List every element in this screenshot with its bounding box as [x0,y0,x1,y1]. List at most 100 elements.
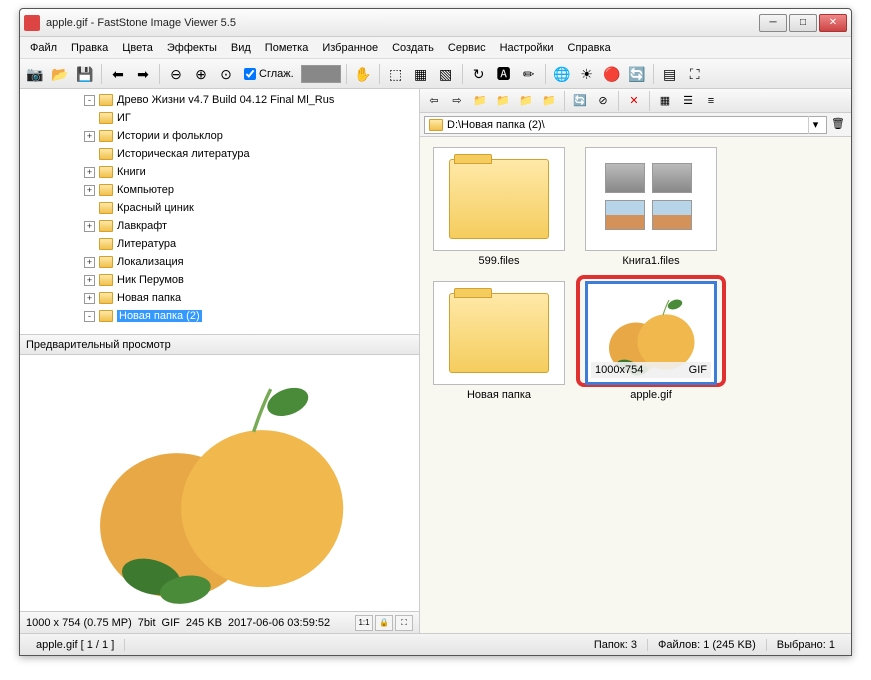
nav-delete-icon[interactable]: ✕ [624,92,644,110]
menu-file[interactable]: Файл [24,40,63,56]
smooth-label: Сглаж. [259,68,294,80]
expand-icon[interactable]: - [84,95,95,106]
tree-item[interactable]: ИГ [24,109,415,127]
tree-label: Красный циник [117,202,194,214]
thumbnail-grid[interactable]: 599.files Книга1.filesНовая папка1000x754… [420,137,851,633]
text-icon[interactable]: 🅰 [493,63,515,85]
rotate-icon[interactable]: ↻ [468,63,490,85]
nav-forward-icon[interactable]: ⇨ [447,92,467,110]
statusbar: apple.gif [ 1 / 1 ] Папок: 3 Файлов: 1 (… [20,633,851,655]
minimize-button[interactable]: ─ [759,14,787,32]
smooth-toggle[interactable]: Сглаж. [240,68,298,80]
nav-up-icon[interactable]: 📁 [470,92,490,110]
menu-effects[interactable]: Эффекты [161,40,223,56]
tree-item[interactable]: +Книги [24,163,415,181]
menu-edit[interactable]: Правка [65,40,114,56]
tree-item[interactable]: +Истории и фольклор [24,127,415,145]
zoom-11-button[interactable]: 1:1 [355,615,373,631]
forward-icon[interactable]: ➡ [132,63,154,85]
lock-icon[interactable]: 🔒 [375,615,393,631]
tree-item[interactable]: Литература [24,235,415,253]
nav-folder2-icon[interactable]: 📁 [516,92,536,110]
zoom-in-icon[interactable]: ⊕ [190,63,212,85]
zoom-out-icon[interactable]: ⊖ [165,63,187,85]
hand-icon[interactable]: ✋ [352,63,374,85]
refresh-icon[interactable]: 🔄 [626,63,648,85]
menu-colors[interactable]: Цвета [116,40,159,56]
open-icon[interactable]: 📂 [49,63,71,85]
menu-settings[interactable]: Настройки [494,40,560,56]
thumbnail-item[interactable]: Книга1.files [582,147,720,267]
path-input[interactable]: D:\Новая папка (2)\ ▾ [424,116,827,134]
tree-label: Историческая литература [117,148,250,160]
thumb-box [433,281,565,385]
capture-icon[interactable]: 📷 [24,63,46,85]
menu-favorites[interactable]: Избранное [316,40,384,56]
path-bar: D:\Новая папка (2)\ ▾ 🗑 [420,113,851,137]
fullscreen-icon[interactable]: ⛶ [684,63,706,85]
expand-icon[interactable]: + [84,257,95,268]
expand-icon[interactable]: + [84,293,95,304]
expand-icon[interactable]: + [84,131,95,142]
tree-item[interactable]: Историческая литература [24,145,415,163]
thumb-box [585,147,717,251]
view-thumbs-icon[interactable]: ▦ [655,92,675,110]
nav-back-icon[interactable]: ⇦ [424,92,444,110]
expand-icon[interactable]: + [84,167,95,178]
tree-label: Компьютер [117,184,174,196]
slideshow-icon[interactable]: 🌐 [551,63,573,85]
nav-stop-icon[interactable]: ⊘ [593,92,613,110]
tree-item[interactable]: +Локализация [24,253,415,271]
tree-item[interactable]: +Новая папка [24,289,415,307]
menu-create[interactable]: Создать [386,40,440,56]
expand-icon[interactable]: + [84,221,95,232]
resize-icon[interactable]: ▦ [410,63,432,85]
nav-folder1-icon[interactable]: 📁 [493,92,513,110]
menu-view[interactable]: Вид [225,40,257,56]
tree-item[interactable]: +Ник Перумов [24,271,415,289]
back-icon[interactable]: ⬅ [107,63,129,85]
tree-item[interactable]: Красный циник [24,199,415,217]
tree-item[interactable]: - Новая папка (2) [24,307,415,325]
brightness-icon[interactable]: ☀ [576,63,598,85]
titlebar[interactable]: apple.gif - FastStone Image Viewer 5.5 ─… [20,9,851,37]
color-picker[interactable] [301,65,341,83]
preview-format: GIF [162,617,180,629]
nav-newfolder-icon[interactable]: 📁 [539,92,559,110]
red-icon[interactable]: 🔴 [601,63,623,85]
preview-size: 245 KB [186,617,222,629]
thumbnail-item[interactable]: 1000x754GIFapple.gif [582,281,720,401]
nav-refresh-icon[interactable]: 🔄 [570,92,590,110]
menu-tag[interactable]: Пометка [259,40,315,56]
thumb-label: 599.files [479,255,520,267]
compare-icon[interactable]: ▤ [659,63,681,85]
status-files: Файлов: 1 (245 KB) [648,639,767,651]
folder-tree[interactable]: -Древо Жизни v4.7 Build 04.12 Final Ml_R… [20,89,419,335]
fit-icon[interactable]: ⛶ [395,615,413,631]
zoom-fit-icon[interactable]: ⊙ [215,63,237,85]
thumbnail-item[interactable]: 599.files [430,147,568,267]
expand-icon[interactable]: + [84,185,95,196]
path-dropdown-icon[interactable]: ▾ [808,116,822,134]
crop-icon[interactable]: ⬚ [385,63,407,85]
tree-item[interactable]: -Древо Жизни v4.7 Build 04.12 Final Ml_R… [24,91,415,109]
menu-help[interactable]: Справка [562,40,617,56]
expand-icon[interactable]: - [84,311,95,322]
maximize-button[interactable]: □ [789,14,817,32]
view-list-icon[interactable]: ☰ [678,92,698,110]
tree-item[interactable]: +Лавкрафт [24,217,415,235]
trash-icon[interactable]: 🗑 [831,117,847,133]
close-button[interactable]: ✕ [819,14,847,32]
canvas-icon[interactable]: ▧ [435,63,457,85]
tree-item[interactable]: + Компьютер [24,181,415,199]
preview-pane[interactable] [20,355,419,611]
save-icon[interactable]: 💾 [74,63,96,85]
folder-icon [99,274,113,286]
view-details-icon[interactable]: ≡ [701,92,721,110]
tree-label: Новая папка (2) [117,310,202,322]
expand-icon[interactable]: + [84,275,95,286]
menu-tools[interactable]: Сервис [442,40,492,56]
draw-icon[interactable]: ✏ [518,63,540,85]
smooth-checkbox[interactable] [244,68,256,80]
thumbnail-item[interactable]: Новая папка [430,281,568,401]
